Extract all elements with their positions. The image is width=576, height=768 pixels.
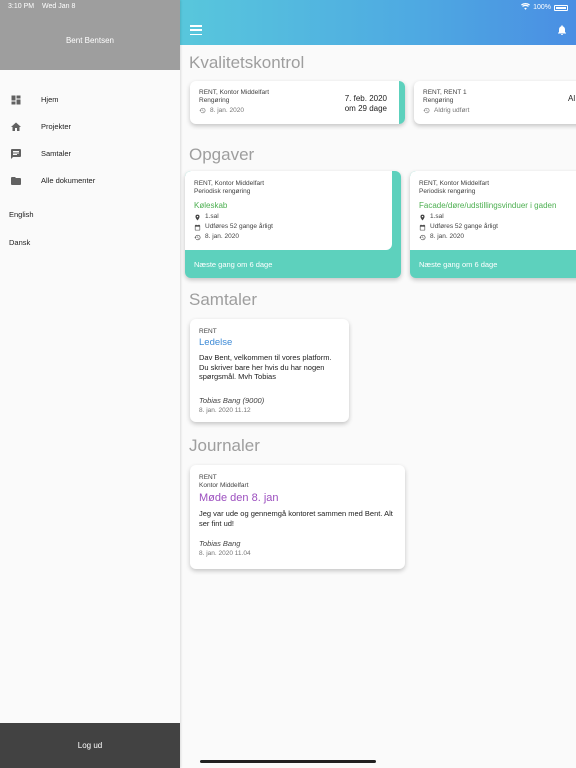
- status-time: 3:10 PM: [8, 3, 35, 10]
- card-type: Periodisk rengøring: [419, 188, 476, 195]
- language-dansk[interactable]: Dansk: [0, 238, 180, 247]
- calendar-icon: [194, 224, 201, 230]
- kvalitet-card[interactable]: RENT, RENT 1 Rengøring Aldrig udført Al: [414, 81, 576, 124]
- home-icon: [10, 121, 22, 133]
- card-title: Møde den 8. jan: [199, 492, 279, 504]
- battery-percent: 100%: [533, 4, 551, 11]
- card-message: Dav Bent, velkommen til vores platform. …: [199, 353, 332, 381]
- sidebar-item-samtaler[interactable]: Samtaler: [0, 140, 180, 167]
- history-icon: [419, 234, 426, 240]
- card-due-date: 7. feb. 2020 om 29 dage: [344, 94, 387, 113]
- chat-icon: [10, 148, 22, 160]
- card-location: 1.sal: [419, 212, 576, 222]
- card-next-due: Næste gang om 6 dage: [419, 260, 498, 269]
- bell-icon[interactable]: [556, 23, 568, 35]
- logout-label: Log ud: [77, 741, 103, 750]
- menu-icon[interactable]: [190, 25, 202, 35]
- card-title: Ledelse: [199, 337, 233, 348]
- card-company: RENT, Kontor Middelfart: [419, 180, 490, 187]
- sidebar-item-label: Samtaler: [41, 149, 72, 158]
- card-status: Aldrig udført: [423, 107, 576, 114]
- location-pin-icon: [420, 214, 425, 220]
- section-title-opgaver: Opgaver: [189, 145, 255, 164]
- card-title: Facade/døre/udstillingsvinduer i gaden: [419, 201, 557, 210]
- wifi-icon: [521, 3, 531, 12]
- journal-card[interactable]: RENT Kontor Middelfart Møde den 8. jan J…: [190, 465, 405, 569]
- location-pin-icon: [195, 214, 200, 220]
- card-company: RENT: [199, 474, 217, 481]
- section-title-samtaler: Samtaler: [189, 290, 258, 309]
- card-accent-bar: [399, 81, 405, 124]
- folder-icon: [10, 175, 22, 187]
- section-title-kvalitet: Kvalitetskontrol: [189, 53, 305, 72]
- app-bar: [180, 0, 576, 45]
- status-bar-right: 100%: [521, 3, 568, 12]
- card-frequency: Udføres 52 gange årligt: [419, 222, 576, 232]
- card-type: Periodisk rengøring: [194, 188, 251, 195]
- sidebar-item-projekter[interactable]: Projekter: [0, 113, 180, 140]
- calendar-icon: [419, 224, 426, 230]
- sidebar: Bent Bentsen Hjem Projekter Samtaler All…: [0, 0, 180, 768]
- user-name: Bent Bentsen: [65, 35, 115, 45]
- opgave-card-body: RENT, Kontor Middelfart Periodisk rengør…: [185, 171, 392, 250]
- status-bar-left: 3:10 PM Wed Jan 8: [8, 3, 81, 10]
- section-title-journaler: Journaler: [189, 436, 260, 455]
- card-location: 1.sal: [194, 212, 383, 222]
- main-content: Kvalitetskontrol RENT, Kontor Middelfart…: [180, 45, 576, 768]
- opgave-card[interactable]: RENT, Kontor Middelfart Periodisk rengør…: [185, 171, 401, 278]
- sidebar-item-label: Alle dokumenter: [41, 176, 96, 185]
- home-indicator[interactable]: [200, 760, 376, 763]
- card-company: RENT, RENT 1: [423, 89, 467, 96]
- card-location: Kontor Middelfart: [199, 482, 249, 489]
- card-message: Jeg var ude og gennemgå kontoret sammen …: [199, 509, 393, 528]
- card-date: 8. jan. 2020: [419, 232, 576, 242]
- sidebar-header: Bent Bentsen: [0, 0, 180, 70]
- card-author: Tobias Bang (9000): [199, 395, 265, 405]
- card-frequency: Udføres 52 gange årligt: [194, 222, 383, 232]
- dashboard-icon: [10, 94, 22, 106]
- sidebar-item-label: Projekter: [41, 122, 72, 131]
- sidebar-item-label: Hjem: [41, 95, 59, 104]
- card-company: RENT, Kontor Middelfart: [194, 180, 265, 187]
- card-type: Rengøring: [423, 97, 454, 104]
- sidebar-item-alle-dokumenter[interactable]: Alle dokumenter: [0, 167, 180, 194]
- opgave-card-body: RENT, Kontor Middelfart Periodisk rengør…: [410, 171, 576, 250]
- logout-button[interactable]: Log ud: [0, 723, 180, 768]
- card-timestamp: 8. jan. 2020 11.12: [199, 406, 251, 414]
- history-icon: [194, 234, 201, 240]
- card-author: Tobias Bang: [199, 539, 241, 548]
- card-date: 8. jan. 2020: [194, 232, 383, 242]
- history-icon: [423, 107, 430, 114]
- sidebar-nav: Hjem Projekter Samtaler Alle dokumenter: [0, 86, 180, 194]
- battery-icon: [554, 4, 568, 11]
- card-timestamp: 8. jan. 2020 11.04: [199, 550, 251, 557]
- status-date: Wed Jan 8: [42, 3, 76, 10]
- samtale-card[interactable]: RENT Ledelse Dav Bent, velkommen til vor…: [190, 319, 349, 422]
- card-next-due: Næste gang om 6 dage: [194, 260, 273, 269]
- history-icon: [199, 107, 206, 114]
- card-due-date: Al: [568, 94, 576, 103]
- card-title: Køleskab: [194, 201, 228, 210]
- card-company: RENT: [199, 328, 217, 335]
- language-english[interactable]: English: [0, 210, 180, 219]
- sidebar-item-hjem[interactable]: Hjem: [0, 86, 180, 113]
- kvalitet-card[interactable]: RENT, Kontor Middelfart Rengøring 8. jan…: [190, 81, 405, 124]
- opgave-card[interactable]: RENT, Kontor Middelfart Periodisk rengør…: [410, 171, 576, 278]
